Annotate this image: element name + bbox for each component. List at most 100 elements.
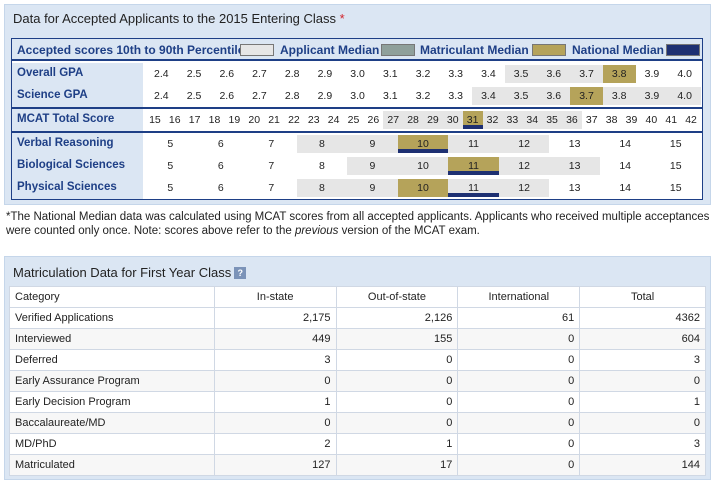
score-cell: 3.2 bbox=[415, 68, 431, 80]
table-row: Interviewed 449 155 0 604 bbox=[9, 328, 706, 350]
row-value: 0 bbox=[457, 433, 581, 455]
score-cell: 12 bbox=[498, 157, 550, 175]
row-value: 4362 bbox=[579, 307, 706, 329]
score-cell: 36 bbox=[562, 111, 582, 129]
score-cell: 14 bbox=[619, 138, 632, 150]
row-category: Early Assurance Program bbox=[9, 370, 215, 392]
matriculation-panel: Matriculation Data for First Year Class?… bbox=[4, 256, 711, 480]
score-cell: 14 bbox=[619, 182, 632, 194]
score-cell: 6 bbox=[217, 160, 224, 172]
score-cell: 39 bbox=[625, 114, 638, 126]
score-cell: 3.8 bbox=[602, 87, 636, 105]
row-value: 0 bbox=[457, 454, 581, 476]
score-cell: 3.6 bbox=[537, 87, 571, 105]
score-cell: 5 bbox=[167, 160, 174, 172]
score-cell: 8 bbox=[296, 179, 348, 197]
score-cell: 17 bbox=[188, 114, 201, 126]
row-value: 1 bbox=[335, 433, 459, 455]
score-cell: 13 bbox=[549, 157, 600, 175]
row-value: 17 bbox=[335, 454, 459, 476]
score-cell: 2.6 bbox=[219, 68, 235, 80]
score-cell: 3.9 bbox=[635, 87, 669, 105]
footnote-marker: * bbox=[339, 11, 345, 26]
column-header: In-state bbox=[213, 286, 337, 308]
score-cell: 3.3 bbox=[448, 68, 463, 80]
score-cell: 2.7 bbox=[252, 90, 267, 102]
panel-title: Data for Accepted Applicants to the 2015… bbox=[13, 11, 345, 26]
score-cell: 2.9 bbox=[317, 68, 333, 80]
score-cell: 24 bbox=[327, 114, 340, 126]
row-value: 0 bbox=[213, 412, 337, 434]
row-value: 0 bbox=[457, 391, 581, 413]
row-label: Biological Sciences bbox=[12, 155, 143, 177]
score-cell: 8 bbox=[296, 135, 348, 153]
score-cell: 23 bbox=[307, 114, 320, 126]
legend-applicant-label: Applicant Median bbox=[280, 43, 380, 57]
score-cell: 2.6 bbox=[219, 90, 235, 102]
row-value: 144 bbox=[579, 454, 706, 476]
row-value: 0 bbox=[213, 370, 337, 392]
score-cell: 35 bbox=[542, 111, 562, 129]
score-cell: 7 bbox=[268, 138, 275, 150]
score-cell: 15 bbox=[669, 138, 682, 150]
score-cell: 2.8 bbox=[284, 68, 300, 80]
score-cell: 3.0 bbox=[350, 68, 365, 80]
score-cell: 15 bbox=[669, 160, 682, 172]
score-cell: 4.0 bbox=[677, 68, 692, 80]
score-cell: 30 bbox=[442, 111, 463, 129]
legend-range-swatch bbox=[240, 44, 274, 56]
row-label: Verbal Reasoning bbox=[12, 133, 143, 155]
score-cell: 11 bbox=[448, 135, 499, 153]
score-cell: 37 bbox=[585, 114, 598, 126]
score-cell: 3.4 bbox=[472, 87, 505, 105]
accepted-applicants-panel: Data for Accepted Applicants to the 2015… bbox=[4, 4, 711, 205]
row-value: 449 bbox=[213, 328, 337, 350]
table-header-row: Category In-state Out-of-state Internati… bbox=[9, 286, 706, 308]
score-cell: 41 bbox=[665, 114, 678, 126]
table-row: Deferred 3 0 0 3 bbox=[9, 349, 706, 371]
legend-matriculant-label: Matriculant Median bbox=[420, 43, 529, 57]
row-value: 1 bbox=[213, 391, 337, 413]
score-cell: 31 bbox=[462, 111, 483, 129]
row-category: Baccalaureate/MD bbox=[9, 412, 215, 434]
row-value: 3 bbox=[579, 433, 706, 455]
matriculation-table: Category In-state Out-of-state Internati… bbox=[9, 286, 706, 476]
score-cell: 15 bbox=[149, 114, 161, 126]
row-value: 3 bbox=[579, 349, 706, 371]
table-row: Early Decision Program 1 0 0 1 bbox=[9, 391, 706, 413]
table-row: Early Assurance Program 0 0 0 0 bbox=[9, 370, 706, 392]
score-cell: 3.1 bbox=[382, 90, 398, 102]
score-cell: 9 bbox=[347, 157, 398, 175]
table-row: Verified Applications 2,175 2,126 61 4362 bbox=[9, 307, 706, 329]
score-cell: 29 bbox=[423, 111, 443, 129]
row-category: Matriculated bbox=[9, 454, 215, 476]
score-cell: 9 bbox=[347, 179, 398, 197]
score-cell: 12 bbox=[498, 179, 550, 197]
score-cell: 13 bbox=[568, 138, 581, 150]
row-category: Early Decision Program bbox=[9, 391, 215, 413]
row-label: Science GPA bbox=[12, 85, 143, 107]
score-cell: 3.0 bbox=[350, 90, 365, 102]
row-separator bbox=[12, 131, 702, 133]
score-cell: 7 bbox=[268, 182, 275, 194]
row-value: 0 bbox=[457, 328, 581, 350]
score-cell: 2.8 bbox=[284, 90, 300, 102]
row-value: 3 bbox=[213, 349, 337, 371]
score-cell: 2.4 bbox=[154, 90, 169, 102]
score-cell: 2.4 bbox=[154, 68, 169, 80]
score-cell: 3.5 bbox=[504, 87, 538, 105]
score-cell: 28 bbox=[403, 111, 423, 129]
score-cell: 20 bbox=[248, 114, 261, 126]
row-value: 0 bbox=[579, 412, 706, 434]
title-text: Matriculation Data for First Year Class bbox=[13, 265, 232, 280]
score-cell: 10 bbox=[397, 157, 449, 175]
score-cell: 3.5 bbox=[504, 65, 538, 83]
score-cell: 3.3 bbox=[448, 90, 463, 102]
row-value: 0 bbox=[335, 412, 459, 434]
row-value: 127 bbox=[213, 454, 337, 476]
score-cell: 38 bbox=[605, 114, 618, 126]
score-cell: 27 bbox=[383, 111, 404, 129]
table-row: Matriculated 127 17 0 144 bbox=[9, 454, 706, 476]
help-icon[interactable]: ? bbox=[234, 267, 247, 279]
score-cell: 3.1 bbox=[382, 68, 398, 80]
